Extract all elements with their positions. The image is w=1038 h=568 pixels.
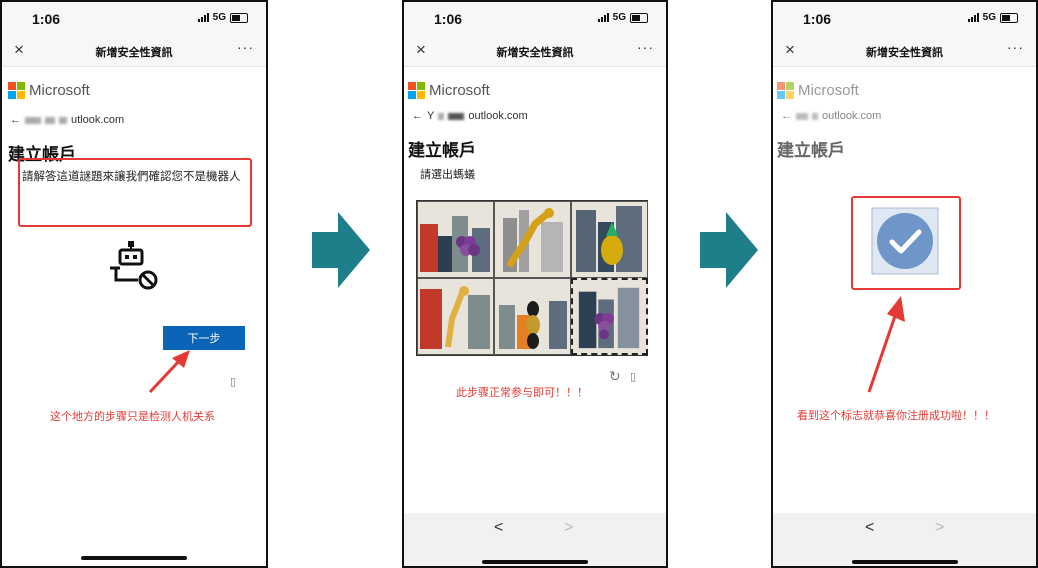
back-arrow-icon[interactable]: ←	[781, 110, 792, 122]
refresh-icon[interactable]: ↻	[609, 368, 621, 385]
captcha-tile[interactable]	[494, 278, 571, 355]
back-nav-button[interactable]: <	[494, 519, 503, 537]
nav-title: 新增安全性資訊	[496, 47, 574, 59]
buildings-grapes-image	[420, 216, 490, 272]
network-label: 5G	[212, 12, 226, 23]
puzzle-prompt: 請解答這道謎題來讓我們確認您不是機器人	[22, 171, 241, 183]
more-icon[interactable]: ···	[637, 39, 654, 55]
captcha-tile[interactable]	[494, 201, 571, 278]
browser-bottom-bar: < >	[404, 513, 666, 566]
microsoft-squares-icon	[777, 82, 794, 99]
battery-icon	[630, 12, 648, 23]
blurred-email-part	[796, 112, 808, 120]
blurred-email-part	[25, 116, 41, 124]
captcha-tile[interactable]	[571, 201, 648, 278]
robot-blocked-icon	[110, 241, 158, 290]
forward-nav-button[interactable]: >	[564, 519, 573, 537]
microsoft-wordmark: Microsoft	[798, 82, 859, 99]
microsoft-squares-icon	[8, 82, 25, 99]
blurred-email-part	[448, 112, 465, 120]
buildings-pineapple-image	[576, 206, 642, 272]
status-bar: 1:06 5G	[2, 2, 266, 36]
captcha-tile[interactable]	[417, 201, 494, 278]
buildings-giraffe-image	[420, 286, 490, 349]
captcha-image-grid	[416, 200, 648, 356]
blurred-email-part	[59, 116, 67, 124]
page-title: 建立帳戶	[408, 141, 476, 160]
blurred-email-part	[45, 116, 55, 124]
nav-bar: × 新增安全性資訊 ···	[2, 36, 266, 67]
email-domain: utlook.com	[71, 114, 125, 126]
status-bar: 1:06 5G	[404, 2, 666, 36]
microsoft-logo: Microsoft	[8, 82, 90, 99]
blurred-email-part	[812, 112, 818, 120]
back-arrow-icon[interactable]: ←	[10, 114, 21, 126]
browser-bottom-bar: < >	[773, 513, 1036, 566]
status-time: 1:06	[32, 11, 61, 27]
signal-indicator: 5G	[967, 12, 1018, 23]
phone-screen-1: 1:06 5G × 新增安全性資訊 ··· Microsoft ← utlook…	[0, 0, 268, 568]
status-time: 1:06	[803, 11, 832, 27]
microsoft-logo: Microsoft	[777, 82, 859, 99]
microsoft-logo: Microsoft	[408, 82, 490, 99]
home-indicator	[81, 556, 187, 560]
forward-nav-button[interactable]: >	[935, 519, 944, 537]
email-prefix: Y	[427, 110, 435, 122]
success-check-icon	[871, 207, 939, 275]
buildings-ant-image	[499, 301, 567, 349]
microsoft-squares-icon	[408, 82, 425, 99]
captcha-instruction: 請選出螞蟻	[420, 169, 475, 181]
nav-title: 新增安全性資訊	[95, 47, 173, 59]
status-bar: 1:06 5G	[773, 2, 1036, 36]
email-domain: outlook.com	[468, 110, 528, 122]
account-email: ← outlook.com	[781, 110, 881, 122]
annotation-caption: 此步骤正常参与即可！！！	[456, 387, 588, 399]
nav-bar: × 新增安全性資訊 ···	[773, 36, 1036, 67]
buildings-gecko-image	[503, 208, 563, 272]
nav-title: 新增安全性資訊	[866, 47, 943, 59]
buildings-grapes-image	[578, 287, 640, 349]
nav-bar: × 新增安全性資訊 ···	[404, 36, 666, 67]
more-icon[interactable]: ···	[237, 39, 254, 55]
back-arrow-icon[interactable]: ←	[412, 110, 423, 122]
captcha-tile[interactable]	[417, 278, 494, 355]
audio-icon[interactable]: ▯	[230, 375, 236, 388]
network-label: 5G	[982, 12, 996, 23]
signal-icon	[197, 13, 209, 22]
microsoft-wordmark: Microsoft	[429, 82, 490, 99]
annotation-caption: 这个地方的步骤只是检测人机关系	[50, 411, 215, 423]
account-email: ← utlook.com	[10, 114, 124, 126]
microsoft-wordmark: Microsoft	[29, 82, 90, 99]
signal-icon	[597, 13, 609, 22]
annotation-caption: 看到这个标志就恭喜你注册成功啦！！！	[797, 410, 995, 422]
status-time: 1:06	[434, 11, 463, 27]
phone-screen-3: 1:06 5G × 新增安全性資訊 ··· Microsoft ← outloo…	[771, 0, 1038, 568]
signal-icon	[967, 13, 979, 22]
audio-icon[interactable]: ▯	[630, 370, 636, 383]
red-pointer-arrow	[867, 296, 905, 393]
account-email: ← Y outlook.com	[412, 110, 528, 122]
signal-indicator: 5G	[197, 12, 248, 23]
back-nav-button[interactable]: <	[865, 519, 874, 537]
home-indicator	[482, 560, 588, 564]
battery-icon	[230, 12, 248, 23]
battery-icon	[1000, 12, 1018, 23]
step-arrow-icon	[700, 212, 758, 288]
blurred-email-part	[438, 112, 445, 120]
signal-indicator: 5G	[597, 12, 648, 23]
home-indicator	[851, 560, 958, 564]
captcha-tile-selected[interactable]	[571, 278, 648, 355]
page-title: 建立帳戶	[777, 141, 845, 160]
red-pointer-arrow	[148, 350, 190, 394]
step-arrow-icon	[312, 212, 370, 288]
network-label: 5G	[612, 12, 626, 23]
email-domain: outlook.com	[822, 110, 882, 122]
more-icon[interactable]: ···	[1007, 39, 1024, 55]
